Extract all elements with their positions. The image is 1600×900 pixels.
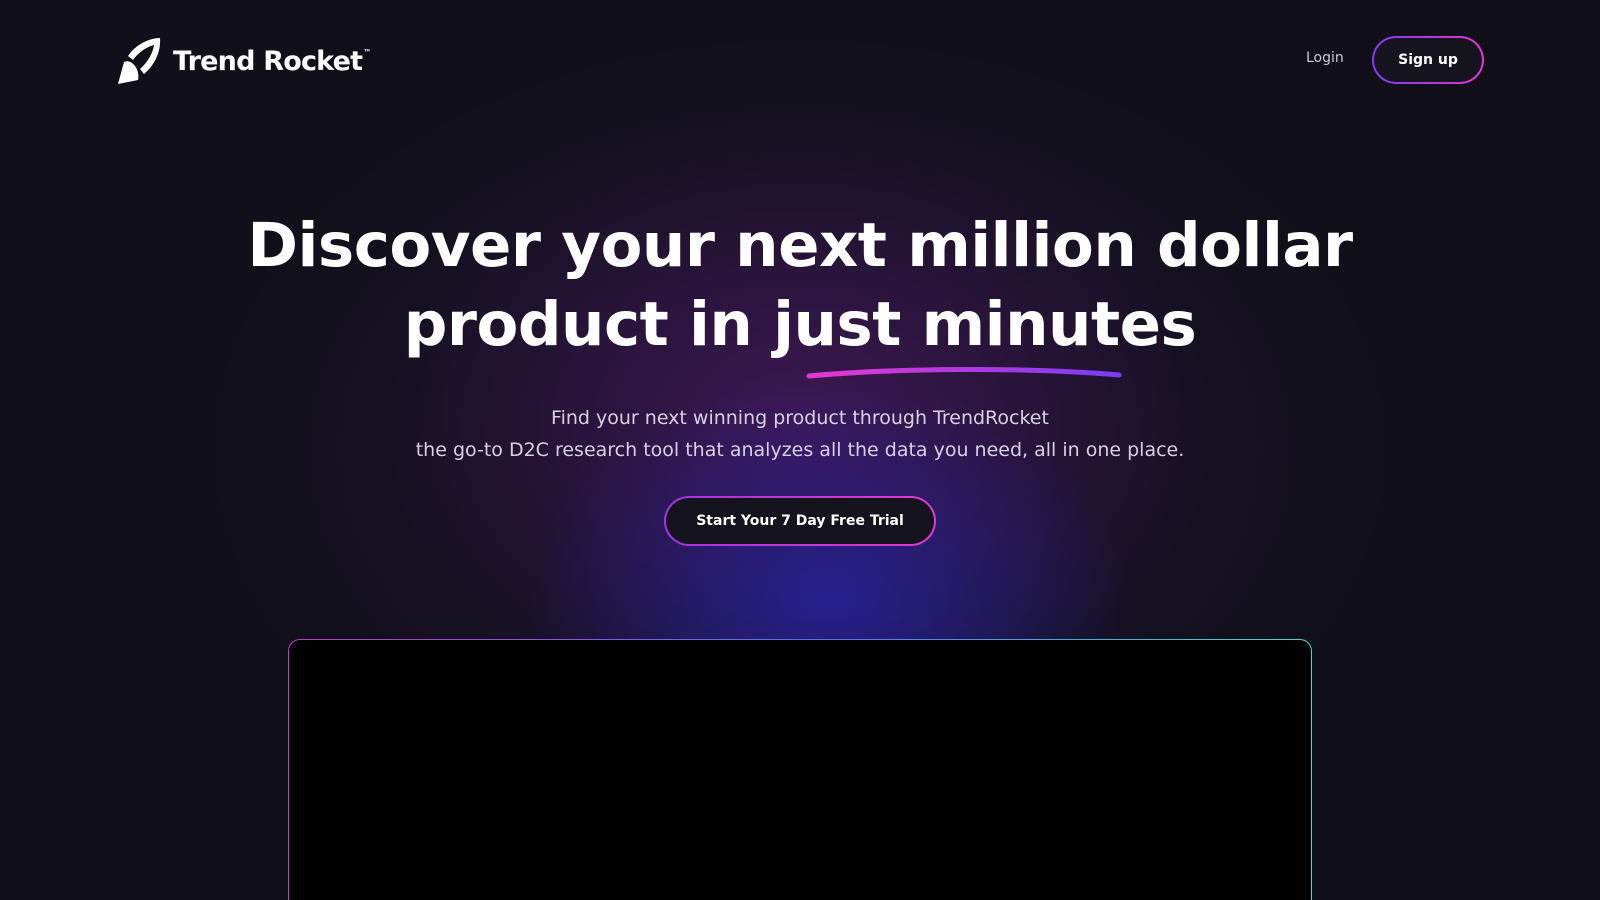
- brand-logo[interactable]: Trend Rocket™: [114, 36, 371, 86]
- start-free-trial-label: Start Your 7 Day Free Trial: [666, 498, 934, 544]
- hero-subtitle-line-1: Find your next winning product through T…: [551, 407, 1049, 429]
- rocket-logo-icon: [118, 38, 161, 84]
- hero-title: Discover your next million dollar produc…: [0, 206, 1600, 364]
- signup-button-label: Sign up: [1374, 38, 1482, 82]
- brand-name: Trend Rocket™: [173, 45, 371, 77]
- top-navigation: Trend Rocket™ Login Sign up: [0, 0, 1600, 120]
- hero-subtitle: Find your next winning product through T…: [0, 402, 1600, 466]
- hero-title-line-1: Discover your next million dollar: [247, 210, 1353, 281]
- product-video-player[interactable]: [289, 640, 1311, 900]
- hero-title-line-2: product in just minutes: [403, 289, 1197, 360]
- trademark-symbol: ™: [363, 47, 371, 57]
- highlight-underline: [806, 366, 1122, 379]
- hero-subtitle-line-2: the go-to D2C research tool that analyze…: [415, 439, 1185, 461]
- product-video-frame[interactable]: [288, 639, 1312, 900]
- start-free-trial-button[interactable]: Start Your 7 Day Free Trial: [664, 496, 936, 546]
- login-link[interactable]: Login: [1306, 50, 1344, 66]
- signup-button[interactable]: Sign up: [1372, 36, 1484, 84]
